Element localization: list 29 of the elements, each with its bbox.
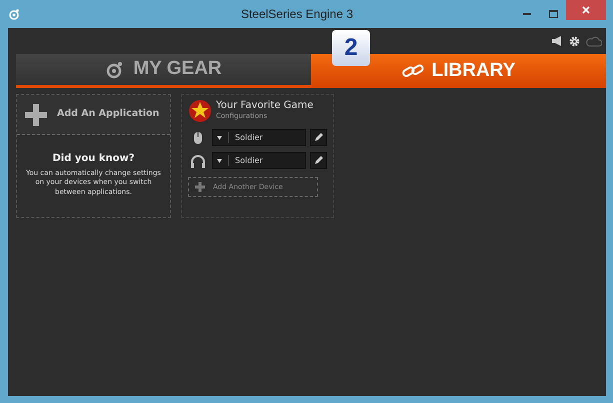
minimize-icon [523, 12, 531, 16]
settings-icon[interactable] [569, 36, 580, 46]
tip-title: Did you know? [51, 152, 136, 166]
app-logo-icon [8, 8, 20, 20]
caret-icon [217, 158, 222, 162]
edit-button[interactable] [310, 129, 327, 146]
configuration-dropdown[interactable]: Soldier [212, 152, 306, 169]
pencil-icon [314, 156, 323, 165]
plus-icon [25, 104, 47, 126]
tab[interactable]: MY GEAR [16, 54, 311, 88]
maximize-icon [548, 10, 558, 18]
close-button[interactable] [566, 0, 606, 20]
window-title: SteelSeries Engine 3 [240, 6, 354, 23]
pencil-icon [314, 133, 323, 142]
cloud-icon[interactable] [586, 36, 602, 46]
edit-button[interactable] [310, 152, 327, 169]
caret-icon [217, 136, 222, 140]
link-icon [402, 63, 424, 79]
plus-icon [195, 182, 205, 192]
close-icon [582, 6, 590, 14]
game-logo-icon [188, 99, 212, 123]
megaphone-icon[interactable] [551, 36, 563, 46]
mouse-icon [193, 130, 203, 144]
step-number-badge: 2 [332, 30, 370, 66]
add-application-button[interactable]: Add An Application [17, 95, 170, 135]
configuration-dropdown[interactable]: Soldier [212, 129, 306, 146]
tab[interactable]: LIBRARY [311, 54, 606, 88]
game-title: Your Favorite Game [216, 100, 314, 112]
headphones-icon [190, 154, 206, 168]
